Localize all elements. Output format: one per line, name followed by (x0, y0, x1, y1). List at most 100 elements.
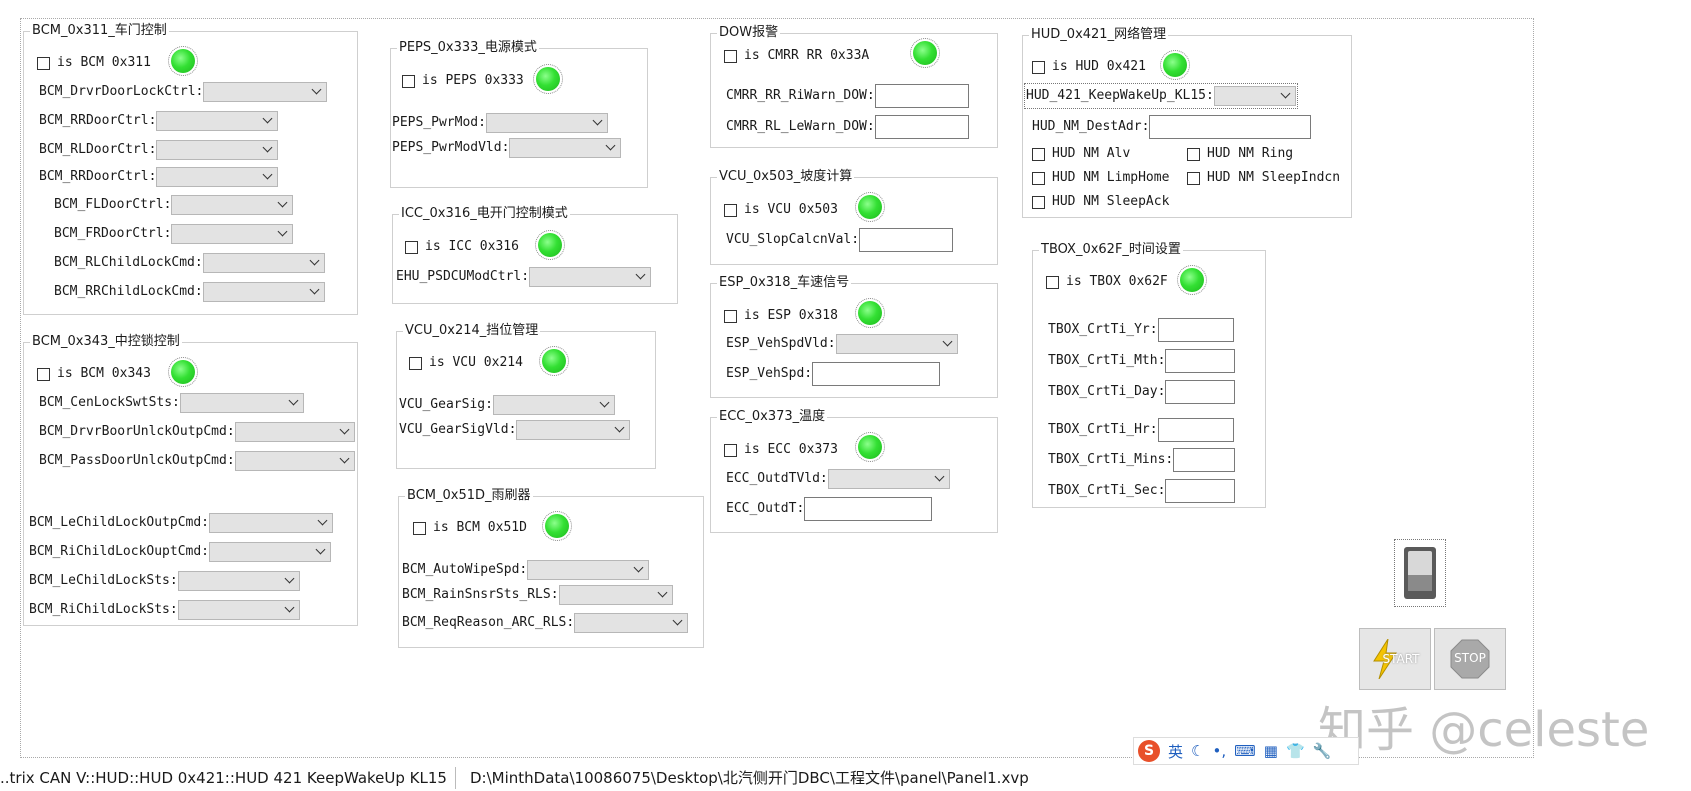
dropdown[interactable] (156, 140, 279, 160)
dropdown[interactable] (492, 395, 615, 415)
check-hud-nm-ring[interactable]: HUD NM Ring (1187, 143, 1293, 165)
text-input[interactable] (874, 115, 969, 139)
field-row: CMRR_RR_RiWarn_DOW: (726, 84, 969, 108)
sogou-logo-icon[interactable]: S (1138, 740, 1160, 762)
chevron-down-icon (339, 424, 350, 435)
text-input[interactable] (1157, 418, 1234, 442)
text-input[interactable] (859, 228, 954, 252)
check-vcu-0x214[interactable]: is VCU 0x214 (409, 352, 523, 374)
keyboard-icon[interactable]: ⌨ (1234, 742, 1256, 760)
dropdown[interactable] (516, 420, 631, 440)
field-row-selected[interactable]: HUD_421_KeepWakeUp_KL15: (1024, 83, 1298, 109)
dropdown[interactable] (202, 282, 325, 302)
chevron-down-icon (277, 226, 288, 237)
checkbox[interactable] (405, 240, 418, 254)
check-bcm-0x51d[interactable]: is BCM 0x51D (413, 517, 527, 539)
dropdown[interactable] (177, 600, 300, 620)
dropdown[interactable] (529, 267, 652, 287)
check-esp-0x318[interactable]: is ESP 0x318 (724, 305, 838, 327)
checkbox[interactable] (409, 356, 422, 370)
checkbox[interactable] (1032, 195, 1045, 209)
dropdown[interactable] (1213, 86, 1296, 106)
dropdown[interactable] (171, 224, 294, 244)
dropdown[interactable] (209, 513, 334, 533)
text-input[interactable] (1165, 380, 1236, 404)
ime-language-toggle[interactable]: 英 (1168, 741, 1183, 762)
grid-icon[interactable]: ▦ (1264, 742, 1278, 760)
check-ecc-0x373[interactable]: is ECC 0x373 (724, 439, 838, 461)
dropdown[interactable] (156, 111, 279, 131)
check-label: is TBOX 0x62F (1066, 274, 1168, 289)
checkbox[interactable] (1046, 275, 1059, 289)
dropdown[interactable] (234, 422, 355, 442)
checkbox[interactable] (1187, 171, 1200, 185)
dropdown[interactable] (171, 195, 294, 215)
dropdown[interactable] (835, 334, 958, 354)
checkbox[interactable] (1032, 171, 1045, 185)
start-button[interactable]: START (1359, 628, 1431, 690)
status-led (1177, 265, 1207, 295)
text-input[interactable] (812, 362, 941, 386)
check-hud-nm-limphome[interactable]: HUD NM LimpHome (1032, 167, 1169, 189)
check-hud-nm-alv[interactable]: HUD NM Alv (1032, 143, 1130, 165)
dropdown[interactable] (509, 138, 622, 158)
text-input[interactable] (874, 84, 969, 108)
check-peps-0x333[interactable]: is PEPS 0x333 (402, 70, 524, 92)
field-label: ECC_OutdTVld: (726, 471, 828, 486)
dropdown[interactable] (234, 451, 355, 471)
dropdown[interactable] (202, 253, 325, 273)
check-hud-nm-sleepack[interactable]: HUD NM SleepAck (1032, 191, 1169, 213)
check-hud-0x421[interactable]: is HUD 0x421 (1032, 56, 1146, 78)
checkbox[interactable] (724, 309, 737, 323)
toggle-switch[interactable] (1394, 539, 1446, 607)
checkbox[interactable] (402, 74, 415, 88)
dropdown[interactable] (558, 585, 673, 605)
checkbox[interactable] (1187, 147, 1200, 161)
dropdown[interactable] (574, 613, 689, 633)
checkbox[interactable] (413, 521, 426, 535)
text-input[interactable] (804, 497, 933, 521)
dropdown[interactable] (179, 393, 304, 413)
chevron-down-icon (315, 544, 326, 555)
check-bcm-0x343[interactable]: is BCM 0x343 (37, 363, 151, 385)
check-cmrr-rr-0x33a[interactable]: is CMRR RR 0x33A (724, 45, 869, 67)
moon-icon[interactable]: ☾ (1191, 742, 1204, 760)
dropdown[interactable] (177, 571, 300, 591)
dropdown[interactable] (209, 542, 332, 562)
dropdown[interactable] (156, 167, 279, 187)
dropdown[interactable] (203, 82, 328, 102)
stop-button[interactable]: STOP (1434, 628, 1506, 690)
check-vcu-0x503[interactable]: is VCU 0x503 (724, 199, 838, 221)
chevron-down-icon (605, 140, 616, 151)
dropdown[interactable] (485, 113, 608, 133)
field-label: BCM_DrvrDoorLockCtrl: (39, 84, 204, 99)
field-label: HUD_421_KeepWakeUp_KL15: (1026, 88, 1214, 103)
punctuation-icon[interactable]: •, (1212, 742, 1226, 760)
field-row: BCM_RainSnsrSts_RLS: (402, 584, 673, 606)
checkbox[interactable] (724, 443, 737, 457)
wrench-icon[interactable]: 🔧 (1313, 742, 1332, 760)
text-input[interactable] (1173, 448, 1236, 472)
field-label: HUD_NM_DestAdr: (1032, 119, 1150, 134)
check-tbox-0x62f[interactable]: is TBOX 0x62F (1046, 271, 1168, 293)
text-input[interactable] (1165, 479, 1236, 503)
text-input[interactable] (1165, 349, 1236, 373)
check-hud-nm-sleepindcn[interactable]: HUD NM SleepIndcn (1187, 167, 1340, 189)
text-input[interactable] (1157, 318, 1234, 342)
checkbox[interactable] (724, 203, 737, 217)
text-input[interactable] (1149, 115, 1312, 139)
skin-shirt-icon[interactable]: 👕 (1286, 742, 1305, 760)
checkbox[interactable] (37, 367, 50, 381)
checkbox[interactable] (724, 49, 737, 63)
dropdown[interactable] (527, 560, 650, 580)
check-bcm-0x311[interactable]: is BCM 0x311 (37, 52, 151, 74)
checkbox[interactable] (1032, 147, 1045, 161)
checkbox[interactable] (1032, 60, 1045, 74)
checkbox[interactable] (37, 56, 50, 70)
field-label: VCU_SlopCalcnVal: (726, 232, 860, 247)
field-row: PEPS_PwrMod: (392, 112, 608, 134)
check-icc-0x316[interactable]: is ICC 0x316 (405, 236, 519, 258)
field-row: ECC_OutdTVld: (726, 468, 950, 490)
group-title: BCM_0x51D_雨刷器 (405, 487, 533, 505)
dropdown[interactable] (827, 469, 950, 489)
